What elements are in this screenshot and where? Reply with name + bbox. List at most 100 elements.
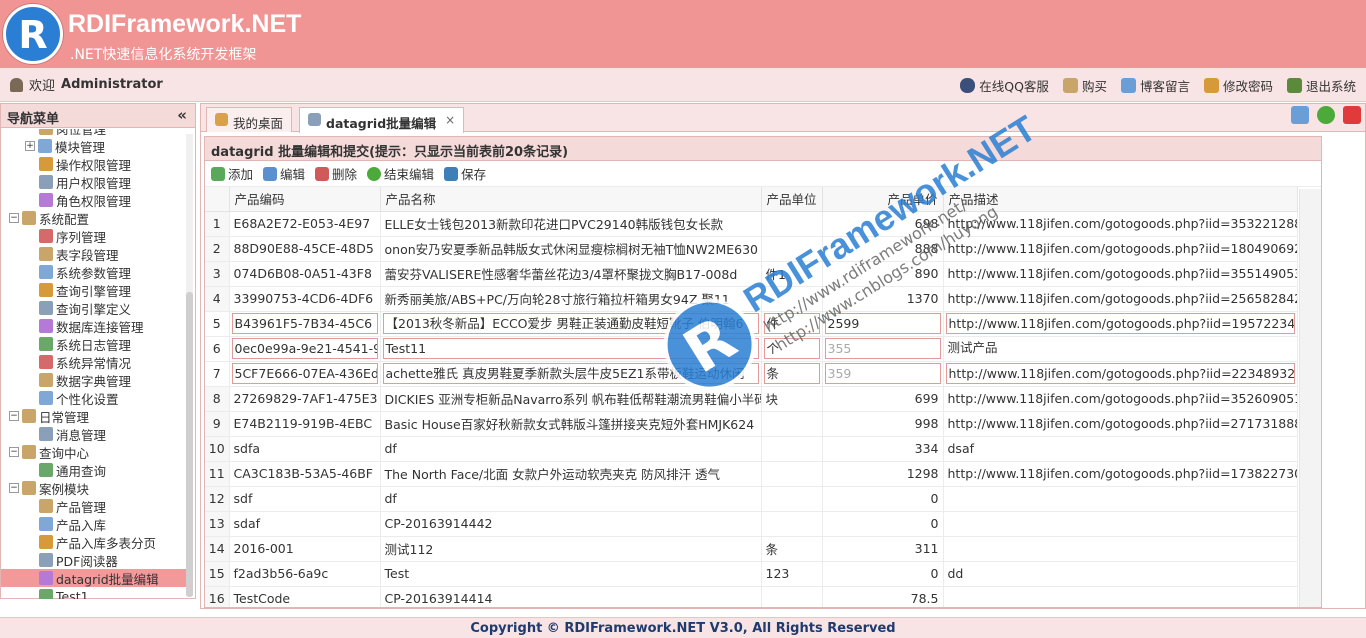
cell-unit[interactable]: [761, 236, 823, 262]
header-code[interactable]: 产品编码: [229, 187, 381, 212]
cell-name[interactable]: Test: [380, 561, 762, 587]
save-button[interactable]: 保存: [444, 164, 486, 183]
table-row[interactable]: 10 sdfa df 334 dsaf: [205, 436, 1298, 462]
cell-unit[interactable]: [761, 436, 823, 462]
edit-field-code[interactable]: 0ec0e99a-9e21-4541-9fa: [231, 338, 378, 359]
nav-item[interactable]: 查询引擎定义: [1, 299, 187, 317]
cell-name[interactable]: onon安乃安夏季新品韩版女式休闲显瘦棕榈树无袖T恤NW2ME630: [380, 236, 762, 262]
cell-code[interactable]: 88D90E88-45CE-48D5: [229, 236, 381, 262]
cell-desc[interactable]: http://www.118jifen.com/gotogoods.php?ii…: [943, 386, 1298, 412]
cell-editor-name[interactable]: 【2013秋冬新品】ECCO爱步 男鞋正装通勤皮鞋短靴子 伯明翰6: [380, 311, 762, 337]
end-edit-button[interactable]: 结束编辑: [367, 164, 434, 183]
table-row[interactable]: 7 5CF7E666-07EA-436Ed achette雅氏 真皮男鞋夏季新款头层…: [205, 361, 1298, 387]
cell-unit[interactable]: [761, 486, 823, 512]
cell-unit[interactable]: 123: [761, 561, 823, 587]
cell-editor-price[interactable]: 359: [822, 361, 944, 387]
table-row[interactable]: 13 sdaf CP-20163914442 0: [205, 511, 1298, 537]
cell-desc[interactable]: http://www.118jifen.com/gotogoods.php?ii…: [943, 461, 1298, 487]
nav-item[interactable]: 角色权限管理: [1, 191, 187, 209]
cell-code[interactable]: sdaf: [229, 511, 381, 537]
header-price[interactable]: 产品单价: [822, 187, 944, 212]
nav-item[interactable]: − 查询中心: [1, 443, 187, 461]
cell-price[interactable]: 699: [822, 386, 944, 412]
table-row[interactable]: 4 33990753-4CD6-4DF6 新秀丽美旅/ABS+PC/万向轮28寸旅行…: [205, 286, 1298, 312]
edit-field-unit[interactable]: 件: [763, 313, 820, 334]
nav-item[interactable]: + 模块管理: [1, 137, 187, 155]
cell-code[interactable]: sdf: [229, 486, 381, 512]
nav-item[interactable]: 数据库连接管理: [1, 317, 187, 335]
cell-editor-name[interactable]: achette雅氏 真皮男鞋夏季新款头层牛皮5EZ1系带板鞋运动休闲: [380, 361, 762, 387]
header-desc[interactable]: 产品描述: [943, 187, 1298, 212]
expand-toggle-icon[interactable]: −: [9, 411, 19, 421]
nav-item[interactable]: 个性化设置: [1, 389, 187, 407]
nav-item[interactable]: 查询引擎管理: [1, 281, 187, 299]
nav-scroll-thumb[interactable]: [186, 292, 193, 597]
cell-name[interactable]: df: [380, 486, 762, 512]
table-row[interactable]: 15 f2ad3b56-6a9c Test 123 0 dd: [205, 561, 1298, 587]
cell-desc[interactable]: http://www.118jifen.com/gotogoods.php?ii…: [943, 411, 1298, 437]
edit-field-unit[interactable]: 个: [763, 338, 820, 359]
cell-price[interactable]: 888: [822, 236, 944, 262]
tab-close-icon[interactable]: ×: [445, 113, 455, 127]
cell-name[interactable]: The North Face/北面 女款户外运动软壳夹克 防风排汗 透气: [380, 461, 762, 487]
link-blog[interactable]: 博客留言: [1120, 76, 1190, 95]
nav-item[interactable]: 操作权限管理: [1, 155, 187, 173]
nav-item[interactable]: datagrid批量编辑: [1, 569, 187, 587]
cell-code[interactable]: TestCode: [229, 586, 381, 607]
cell-price[interactable]: 890: [822, 261, 944, 287]
cell-code[interactable]: sdfa: [229, 436, 381, 462]
cell-code[interactable]: 2016-001: [229, 536, 381, 562]
edit-field-name[interactable]: achette雅氏 真皮男鞋夏季新款头层牛皮5EZ1系带板鞋运动休闲: [382, 363, 759, 384]
cell-editor-code[interactable]: 0ec0e99a-9e21-4541-9fa: [229, 336, 381, 362]
edit-field-price[interactable]: 355: [824, 338, 941, 359]
nav-item[interactable]: 系统参数管理: [1, 263, 187, 281]
cell-price[interactable]: 0: [822, 486, 944, 512]
cell-name[interactable]: CP-20163914414: [380, 586, 762, 607]
cell-desc[interactable]: http://www.118jifen.com/gotogoods.php?ii…: [943, 236, 1298, 262]
edit-field-code[interactable]: B43961F5-7B34-45C6: [231, 313, 378, 334]
table-row[interactable]: 14 2016-001 测试112 条 311: [205, 536, 1298, 562]
cell-editor-unit[interactable]: 个: [761, 336, 823, 362]
cell-desc[interactable]: dsaf: [943, 436, 1298, 462]
cell-editor-desc[interactable]: 测试产品: [943, 336, 1298, 362]
link-buy[interactable]: 购买: [1062, 76, 1107, 95]
cell-editor-unit[interactable]: 件: [761, 311, 823, 337]
cell-price[interactable]: 0: [822, 561, 944, 587]
edit-field-name[interactable]: Test11: [382, 338, 759, 359]
add-button[interactable]: 添加: [211, 164, 253, 183]
table-row[interactable]: 8 27269829-7AF1-475E3 DICKIES 亚洲专柜新品Navarr…: [205, 386, 1298, 412]
expand-toggle-icon[interactable]: −: [9, 213, 19, 223]
edit-field-unit[interactable]: 条: [763, 363, 820, 384]
nav-item[interactable]: 系统异常情况: [1, 353, 187, 371]
cell-desc[interactable]: [943, 536, 1298, 562]
nav-scrollbar[interactable]: [186, 134, 193, 597]
cell-editor-code[interactable]: B43961F5-7B34-45C6: [229, 311, 381, 337]
table-row[interactable]: 2 88D90E88-45CE-48D5 onon安乃安夏季新品韩版女式休闲显瘦棕榈…: [205, 236, 1298, 262]
edit-field-price[interactable]: 2599: [824, 313, 941, 334]
link-change-password[interactable]: 修改密码: [1203, 76, 1273, 95]
close-tabs-icon[interactable]: [1343, 106, 1361, 124]
edit-field-name[interactable]: 【2013秋冬新品】ECCO爱步 男鞋正装通勤皮鞋短靴子 伯明翰6: [382, 313, 759, 334]
cell-unit[interactable]: [761, 211, 823, 237]
cell-price[interactable]: 1298: [822, 461, 944, 487]
cell-name[interactable]: Basic House百家好秋新款女式韩版斗篷拼接夹克短外套HMJK624: [380, 411, 762, 437]
nav-item[interactable]: Test1: [1, 587, 187, 599]
cell-unit[interactable]: [761, 511, 823, 537]
cell-unit[interactable]: [761, 411, 823, 437]
fullscreen-icon[interactable]: [1291, 106, 1309, 124]
nav-item[interactable]: 数据字典管理: [1, 371, 187, 389]
table-row[interactable]: 5 B43961F5-7B34-45C6 【2013秋冬新品】ECCO爱步 男鞋正装…: [205, 311, 1298, 337]
cell-price[interactable]: 998: [822, 411, 944, 437]
cell-name[interactable]: 蕾安芬VALISERE性感奢华蕾丝花边3/4罩杯聚拢文胸B17-008d: [380, 261, 762, 287]
nav-item[interactable]: 用户权限管理: [1, 173, 187, 191]
cell-desc[interactable]: [943, 486, 1298, 512]
cell-code[interactable]: E68A2E72-E053-4E97: [229, 211, 381, 237]
cell-price[interactable]: 698: [822, 211, 944, 237]
cell-editor-code[interactable]: 5CF7E666-07EA-436Ed: [229, 361, 381, 387]
edit-button[interactable]: 编辑: [263, 164, 305, 183]
cell-unit[interactable]: [761, 586, 823, 607]
cell-code[interactable]: 074D6B08-0A51-43F8: [229, 261, 381, 287]
cell-code[interactable]: 33990753-4CD6-4DF6: [229, 286, 381, 312]
cell-unit[interactable]: 条: [761, 536, 823, 562]
cell-editor-name[interactable]: Test11: [380, 336, 762, 362]
